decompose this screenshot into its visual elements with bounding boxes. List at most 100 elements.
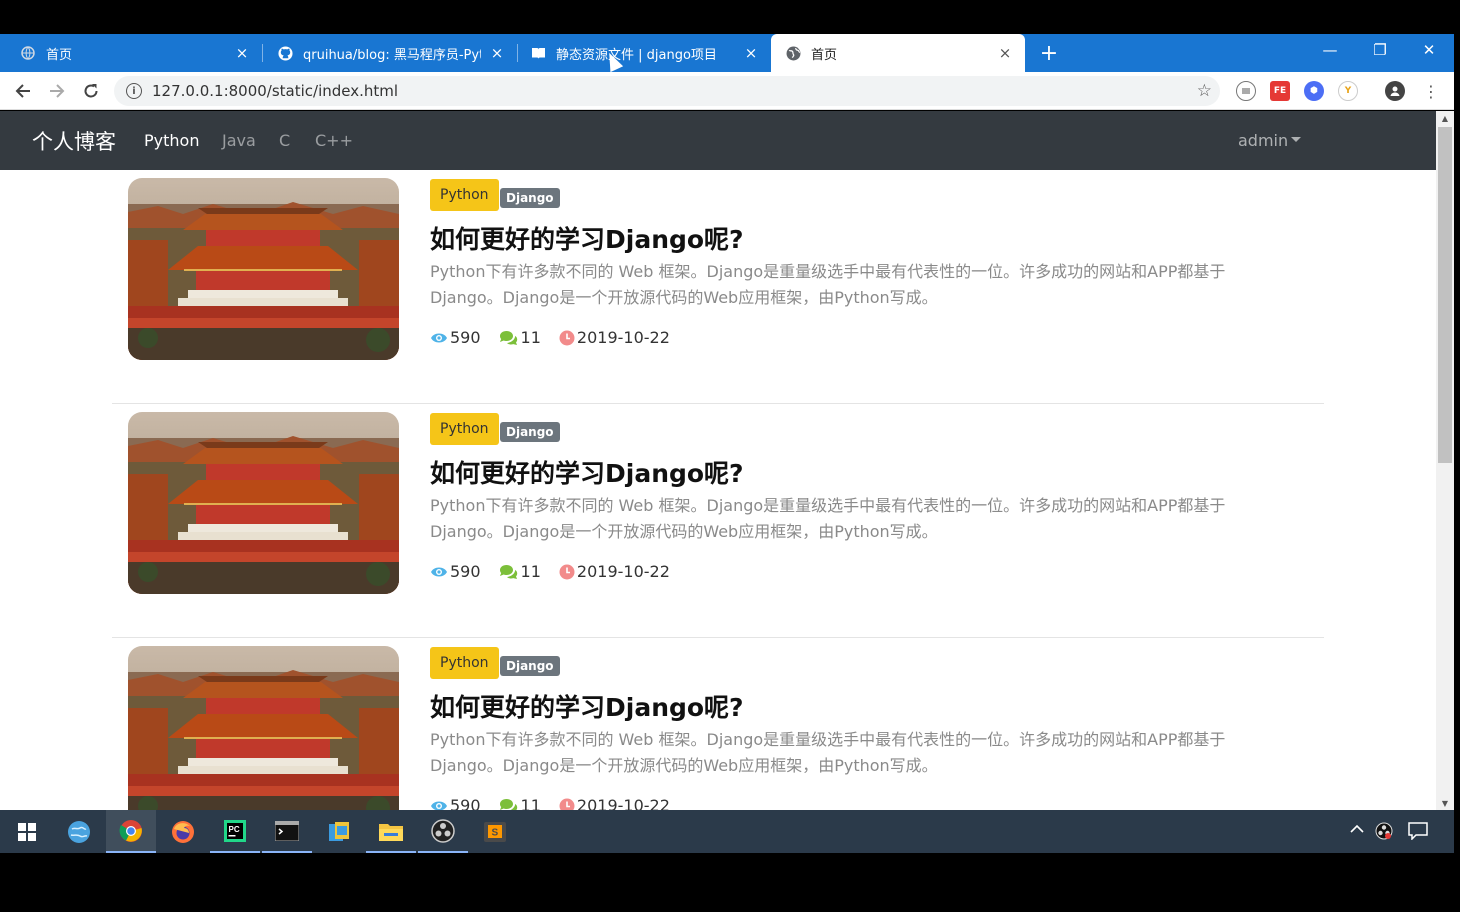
post-title[interactable]: 如何更好的学习Django呢? — [430, 454, 744, 490]
browser-toolbar: i 127.0.0.1:8000/static/index.html ☆ FE … — [0, 72, 1454, 110]
comment-count: 11 — [499, 562, 541, 581]
forward-button[interactable] — [44, 78, 70, 104]
palace-image — [128, 412, 399, 594]
taskbar-firefox[interactable] — [158, 810, 208, 853]
tab-4-active[interactable]: 首页 × — [771, 34, 1025, 72]
taskbar-pycharm[interactable]: PC — [210, 810, 260, 853]
post-date-value: 2019-10-22 — [576, 562, 670, 581]
scroll-up-arrow-icon[interactable]: ▲ — [1436, 111, 1454, 125]
app-icon — [329, 821, 349, 841]
fe-extension-icon[interactable]: FE — [1270, 81, 1290, 101]
post-date-value: 2019-10-22 — [576, 796, 670, 810]
reload-button[interactable] — [78, 78, 104, 104]
notification-icon[interactable] — [1408, 822, 1428, 844]
arrow-right-icon — [50, 84, 65, 98]
eye-icon — [431, 567, 447, 576]
post-title[interactable]: 如何更好的学习Django呢? — [430, 688, 744, 724]
tag-badge[interactable]: Django — [500, 188, 560, 208]
site-brand[interactable]: 个人博客 — [32, 126, 116, 156]
restore-button[interactable]: ❐ — [1356, 34, 1404, 66]
user-dropdown[interactable]: admin — [1238, 131, 1302, 150]
taskbar-terminal[interactable] — [262, 810, 312, 853]
start-button[interactable] — [2, 810, 52, 853]
post-meta: 590 11 2019-10-22 — [430, 796, 688, 810]
taskbar-app[interactable] — [54, 810, 104, 853]
nav-link-cpp[interactable]: C++ — [315, 131, 353, 150]
back-button[interactable] — [10, 78, 36, 104]
comment-count: 11 — [499, 328, 541, 347]
tab-title: 首页 — [811, 47, 838, 63]
page-scrollbar[interactable]: ▲ ▼ — [1436, 111, 1454, 810]
chrome-icon — [119, 819, 142, 842]
minimize-button[interactable]: — — [1306, 34, 1354, 66]
post-thumbnail[interactable] — [128, 646, 399, 810]
tray-overflow-chevron-icon[interactable] — [1350, 822, 1364, 838]
post-title[interactable]: 如何更好的学习Django呢? — [430, 220, 744, 256]
more-menu-icon[interactable]: ⋮ — [1418, 78, 1444, 104]
close-window-button[interactable]: ✕ — [1405, 34, 1453, 66]
firefox-icon — [172, 820, 194, 843]
post-date: 2019-10-22 — [559, 328, 670, 347]
comment-count: 11 — [499, 796, 541, 810]
globe-icon — [20, 45, 36, 61]
comments-icon — [499, 330, 517, 345]
taskbar-app[interactable] — [314, 810, 364, 853]
clock-icon — [559, 564, 575, 579]
scroll-thumb[interactable] — [1438, 127, 1452, 463]
extension-icon[interactable] — [1236, 81, 1256, 101]
tab-close-icon[interactable]: × — [232, 43, 252, 63]
tag-badge[interactable]: Django — [500, 656, 560, 676]
scroll-down-arrow-icon[interactable]: ▼ — [1436, 796, 1454, 810]
tab-title: 静态资源文件 | django项目 — [556, 47, 717, 63]
palace-image — [128, 178, 399, 360]
username: admin — [1238, 131, 1289, 150]
tab-2[interactable]: qruihua/blog: 黑马程序员-Pyth × — [263, 34, 517, 72]
post-thumbnail[interactable] — [128, 178, 399, 360]
post-date: 2019-10-22 — [559, 796, 670, 810]
taskbar-sublime[interactable]: S — [470, 810, 520, 853]
folder-icon — [379, 823, 403, 841]
url-text: 127.0.0.1:8000/static/index.html — [152, 82, 399, 100]
address-bar[interactable]: i 127.0.0.1:8000/static/index.html ☆ — [114, 76, 1220, 106]
taskbar-chrome[interactable] — [106, 810, 156, 853]
nav-link-c[interactable]: C — [279, 131, 290, 150]
post-card: Python Django 如何更好的学习Django呢? Python下有许多… — [112, 404, 1324, 638]
extension-icon[interactable]: Y — [1338, 81, 1358, 101]
comment-count-value: 11 — [520, 796, 541, 810]
tab-close-icon[interactable]: × — [741, 43, 761, 63]
post-description: Python下有许多款不同的 Web 框架。Django是重量级选手中最有代表性… — [430, 496, 1226, 541]
windows-logo-icon — [18, 822, 36, 841]
view-count: 590 — [430, 328, 481, 347]
tab-3[interactable]: 静态资源文件 | django项目 × — [518, 34, 771, 72]
site-navbar: 个人博客 Python Java C C++ admin — [0, 111, 1436, 170]
category-badge[interactable]: Python — [430, 647, 499, 679]
obs-icon — [431, 818, 455, 843]
nav-link-java[interactable]: Java — [222, 131, 256, 150]
bookmark-star-icon[interactable]: ☆ — [1197, 81, 1212, 101]
tag-badge[interactable]: Django — [500, 422, 560, 442]
tab-close-icon[interactable]: × — [995, 43, 1015, 63]
nav-link-python[interactable]: Python — [144, 131, 199, 150]
tab-title: 首页 — [46, 47, 73, 63]
post-card: Python Django 如何更好的学习Django呢? Python下有许多… — [112, 170, 1324, 404]
pycharm-icon: PC — [224, 819, 246, 842]
info-icon[interactable]: i — [126, 83, 142, 99]
profile-avatar-icon[interactable] — [1385, 81, 1405, 101]
eye-icon — [431, 801, 447, 810]
obs-tray-icon[interactable] — [1375, 822, 1393, 844]
category-badge[interactable]: Python — [430, 413, 499, 445]
category-badge[interactable]: Python — [430, 179, 499, 211]
web-page: 个人博客 Python Java C C++ admin Python Djan… — [0, 111, 1436, 810]
post-description: Python下有许多款不同的 Web 框架。Django是重量级选手中最有代表性… — [430, 730, 1226, 775]
tab-1[interactable]: 首页 × — [0, 34, 262, 72]
post-thumbnail[interactable] — [128, 412, 399, 594]
taskbar-obs[interactable] — [418, 810, 468, 853]
tab-close-icon[interactable]: × — [487, 43, 507, 63]
extension-icon[interactable]: ⬢ — [1304, 81, 1324, 101]
sublime-icon: S — [484, 821, 506, 842]
taskbar-file-explorer[interactable] — [366, 810, 416, 853]
new-tab-button[interactable]: + — [1036, 40, 1062, 66]
arrow-left-icon — [15, 84, 30, 98]
post-meta: 590 11 2019-10-22 — [430, 562, 688, 581]
globe-app-icon — [68, 820, 90, 843]
